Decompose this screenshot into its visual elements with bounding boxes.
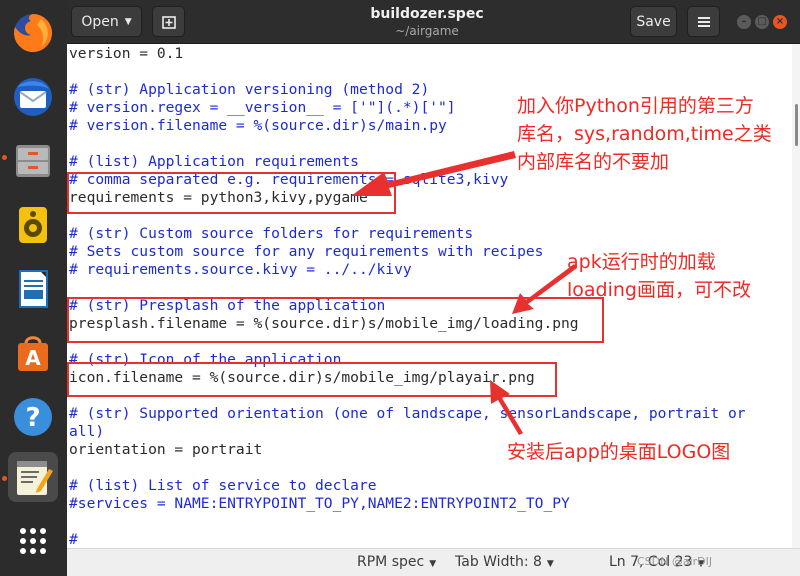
chevron-down-icon: ▼ xyxy=(546,559,554,569)
icon-note: 安装后app的桌面LOGO图 xyxy=(507,441,731,463)
presplash-note-line2: loading画面，可不改 xyxy=(567,279,751,301)
requirements-note-line2: 库名，sys,random,time之类 xyxy=(517,123,772,145)
requirements-note-line1: 加入你Python引用的第三方 xyxy=(517,95,754,117)
watermark: CSDN @airDIJ xyxy=(637,555,713,568)
tab-width-label: Tab Width: 8 xyxy=(455,554,542,570)
tab-width-selector[interactable]: Tab Width: 8 ▼ xyxy=(455,554,554,570)
language-selector[interactable]: RPM spec ▼ xyxy=(357,554,436,570)
icon-arrow xyxy=(490,380,523,435)
presplash-note-line1: apk运行时的加载 xyxy=(567,251,716,273)
requirements-note-line3: 内部库名的不要加 xyxy=(517,151,670,173)
chevron-down-icon: ▼ xyxy=(429,559,437,569)
language-label: RPM spec xyxy=(357,554,425,570)
requirements-arrow xyxy=(351,151,516,196)
